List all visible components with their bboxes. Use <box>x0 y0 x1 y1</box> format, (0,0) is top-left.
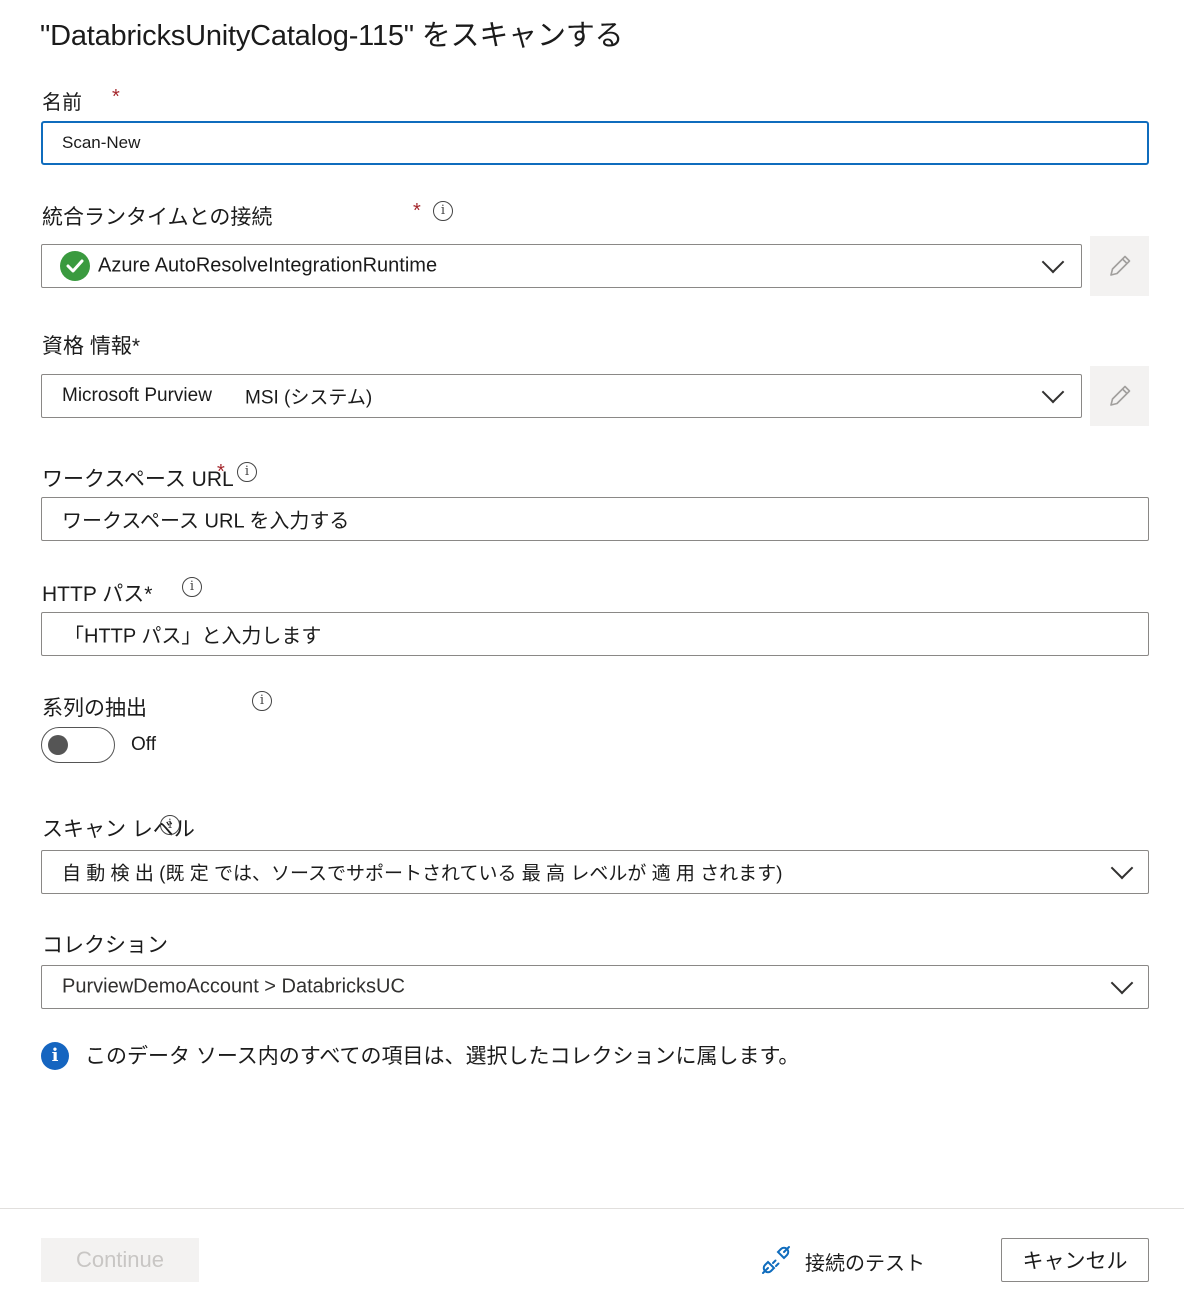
scan-level-value: 自 動 検 出 (既 定 では、ソースでサポートされている 最 高 レベルが 適… <box>62 863 783 885</box>
name-input[interactable]: Scan-New <box>41 121 1149 165</box>
lineage-toggle[interactable] <box>41 727 115 763</box>
workspace-url-input[interactable]: ワークスペース URL を入力する <box>41 497 1149 541</box>
credential-value-part2: MSI (システム) <box>245 387 373 409</box>
chevron-down-icon <box>1110 971 1134 995</box>
lineage-info-icon[interactable]: i <box>252 691 272 711</box>
footer-divider <box>0 1208 1184 1209</box>
pencil-icon <box>1110 255 1131 276</box>
name-label: 名前 <box>42 92 82 114</box>
credential-dropdown[interactable]: Microsoft Purview MSI (システム) <box>41 374 1082 418</box>
pencil-icon <box>1110 385 1131 406</box>
collection-dropdown[interactable]: PurviewDemoAccount > DatabricksUC <box>41 965 1149 1009</box>
lineage-label: 系列の抽出 <box>42 697 147 720</box>
chevron-down-icon <box>1041 250 1065 274</box>
scan-level-info-icon[interactable]: i <box>160 815 180 835</box>
runtime-label: 統合ランタイムとの接続 <box>42 206 273 229</box>
http-path-label: HTTP パス* <box>42 583 153 606</box>
lineage-toggle-state: Off <box>131 734 156 755</box>
runtime-dropdown[interactable]: Azure AutoResolveIntegrationRuntime <box>41 244 1082 288</box>
continue-button[interactable]: Continue <box>41 1238 199 1282</box>
dialog-title: "DatabricksUnityCatalog-115" をスキャンする <box>40 20 624 52</box>
credential-label: 資格 情報* <box>42 335 141 358</box>
collection-label: コレクション <box>42 934 168 957</box>
credential-value-part1: Microsoft Purview <box>62 385 212 406</box>
credential-edit-button[interactable] <box>1090 366 1149 426</box>
runtime-value: Azure AutoResolveIntegrationRuntime <box>98 254 438 277</box>
toggle-knob <box>48 735 68 755</box>
chevron-down-icon <box>1110 856 1134 880</box>
test-connection-label: 接続のテスト <box>805 1253 925 1275</box>
http-path-input[interactable]: 「HTTP パス」と入力します <box>41 612 1149 656</box>
workspace-url-info-icon[interactable]: i <box>237 462 257 482</box>
runtime-info-icon[interactable]: i <box>433 201 453 221</box>
workspace-url-placeholder: ワークスペース URL を入力する <box>62 510 350 533</box>
name-input-value: Scan-New <box>62 133 141 152</box>
http-path-info-icon[interactable]: i <box>182 577 202 597</box>
collection-info-message: このデータ ソース内のすべての項目は、選択したコレクションに属します。 <box>85 1045 800 1068</box>
chevron-down-icon <box>1041 380 1065 404</box>
workspace-url-label: ワークスペース URL <box>42 468 234 491</box>
scan-level-dropdown[interactable]: 自 動 検 出 (既 定 では、ソースでサポートされている 最 高 レベルが 適… <box>41 850 1149 894</box>
plug-icon <box>762 1246 790 1274</box>
info-icon: i <box>41 1042 69 1070</box>
collection-value: PurviewDemoAccount > DatabricksUC <box>62 975 405 998</box>
cancel-button[interactable]: キャンセル <box>1001 1238 1149 1282</box>
check-circle-icon <box>60 251 90 281</box>
runtime-edit-button[interactable] <box>1090 236 1149 296</box>
name-required-mark: * <box>112 86 120 108</box>
runtime-required-mark: * <box>413 200 421 222</box>
workspace-url-required-mark: * <box>217 461 225 483</box>
http-path-placeholder: 「HTTP パス」と入力します <box>64 625 322 648</box>
